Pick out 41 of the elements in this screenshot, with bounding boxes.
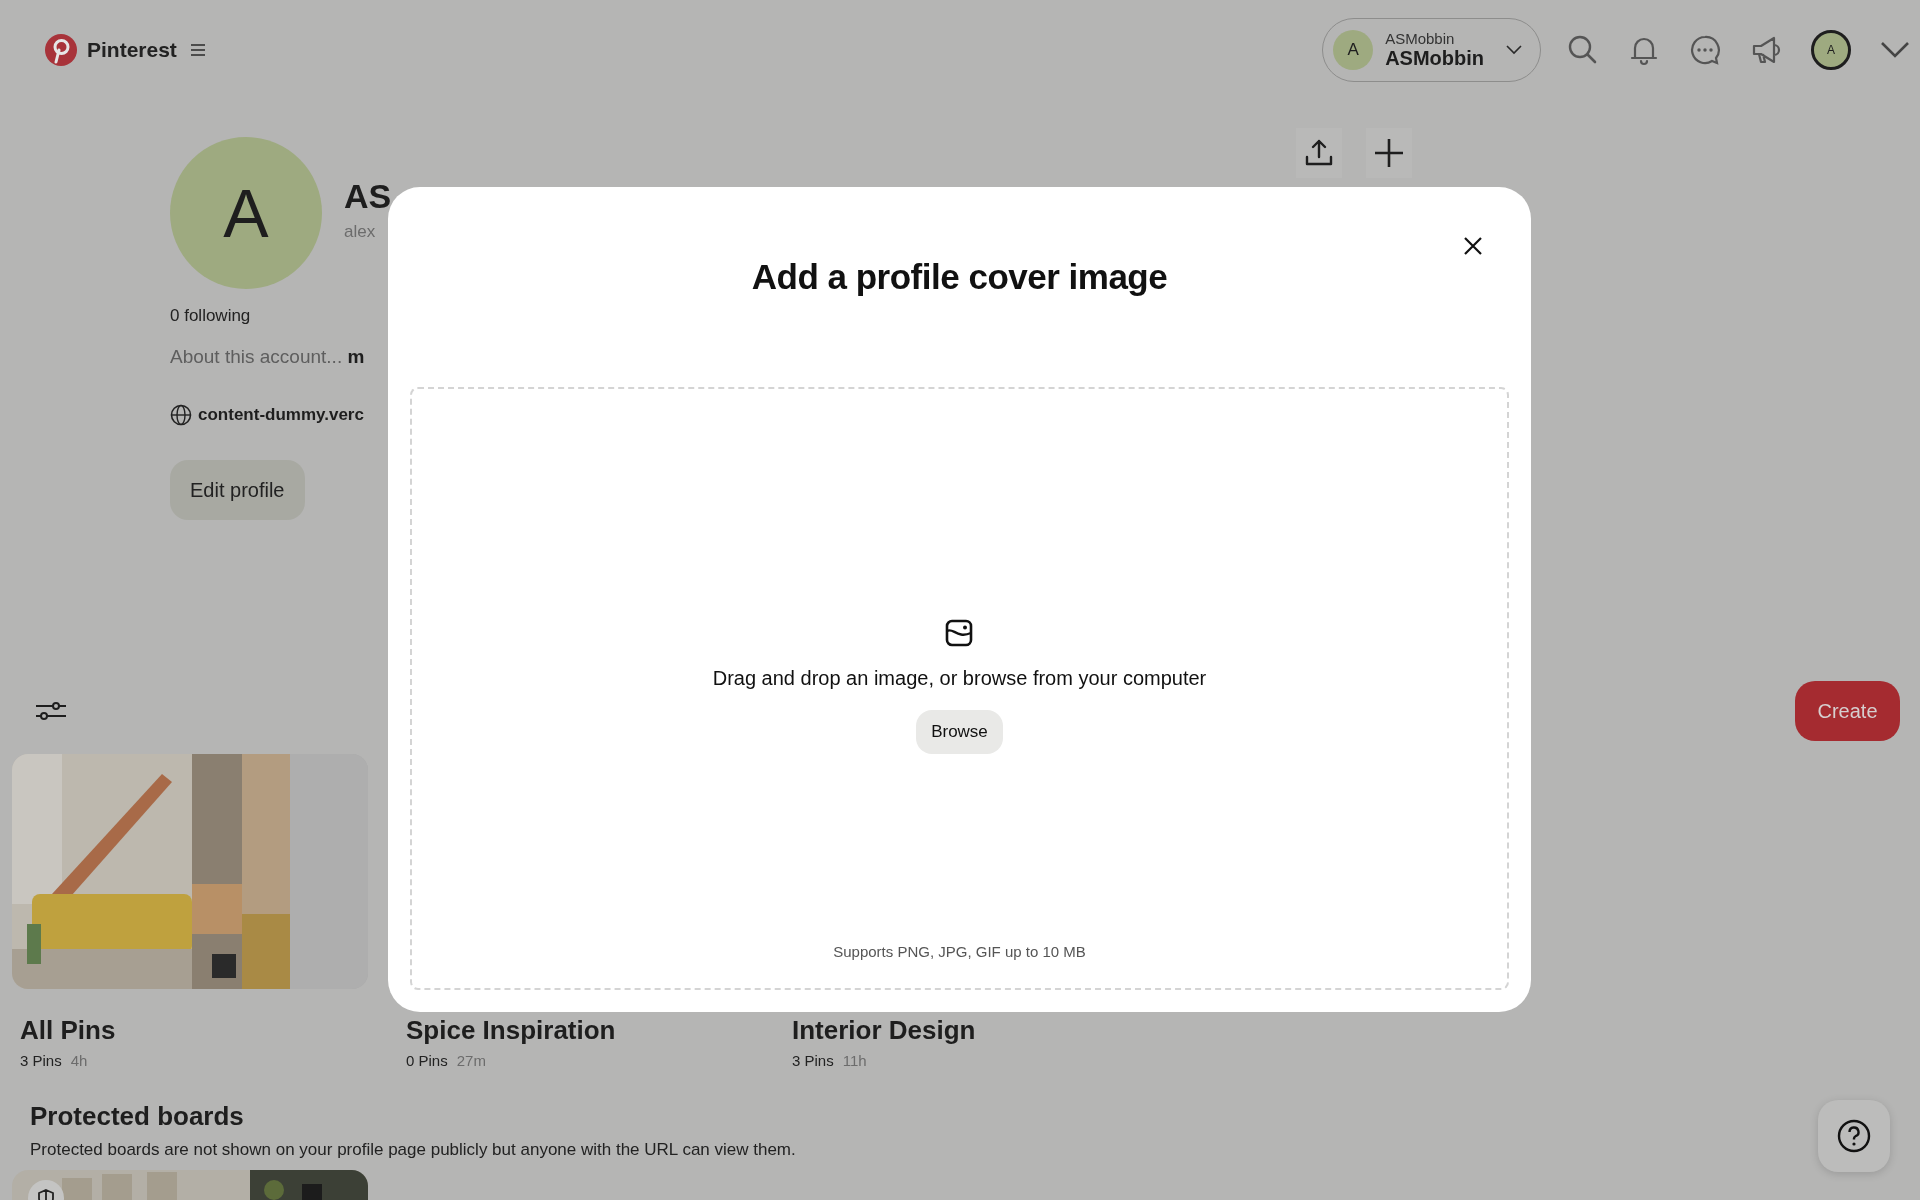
browse-button[interactable]: Browse [916,710,1003,754]
chevron-down-icon [1506,45,1522,55]
pin-count: 3 Pins [792,1052,834,1069]
create-button[interactable]: Create [1795,681,1900,741]
section-title: Protected boards [30,1101,245,1132]
brand-name: Pinterest [87,38,177,62]
add-button[interactable] [1366,128,1412,178]
search-icon[interactable] [1567,34,1599,66]
file-hint: Supports PNG, JPG, GIF up to 10 MB [833,943,1086,960]
section-description: Protected boards are not shown on your profile page publicly but anyone with the URL can view them. [30,1140,797,1160]
share-button[interactable] [1296,128,1342,178]
board-age: 4h [70,1052,88,1069]
chat-icon[interactable] [1689,34,1721,66]
megaphone-icon[interactable] [1750,34,1782,66]
about-text: About this account... m [170,346,365,368]
board-age: 11h [842,1052,867,1069]
logo-icon[interactable] [45,34,77,66]
plus-icon [1373,137,1405,169]
profile-name: AS [344,177,392,216]
board-title[interactable]: All Pins [20,1015,116,1046]
globe-icon [170,404,192,426]
menu-icon[interactable] [190,44,205,56]
profile-avatar[interactable]: A [1811,30,1851,70]
close-icon[interactable] [1463,236,1483,256]
board-age: 27m [456,1052,486,1069]
following-count[interactable]: 0 following [170,306,251,326]
drop-zone[interactable]: Drag and drop an image, or browse from your computer Browse Supports PNG, JPG, GIF up to 10 MB [410,387,1509,990]
help-button[interactable] [1818,1100,1890,1172]
modal-title: Add a profile cover image [751,257,1168,297]
board-title[interactable]: Interior Design [792,1015,976,1046]
website-link[interactable]: content-dummy.verc [198,405,364,425]
chevron-down-icon[interactable] [1880,41,1910,59]
pin-count: 0 Pins [406,1052,448,1069]
help-icon [1837,1119,1871,1153]
pin-count: 3 Pins [20,1052,62,1069]
board-title[interactable]: Spice Inspiration [406,1015,616,1046]
edit-profile-button[interactable]: Edit profile [170,460,305,520]
profile-avatar: A [170,137,322,289]
username: alex [344,222,377,242]
drop-instructions: Drag and drop an image, or browse from your computer [712,667,1207,690]
image-icon [945,619,974,647]
